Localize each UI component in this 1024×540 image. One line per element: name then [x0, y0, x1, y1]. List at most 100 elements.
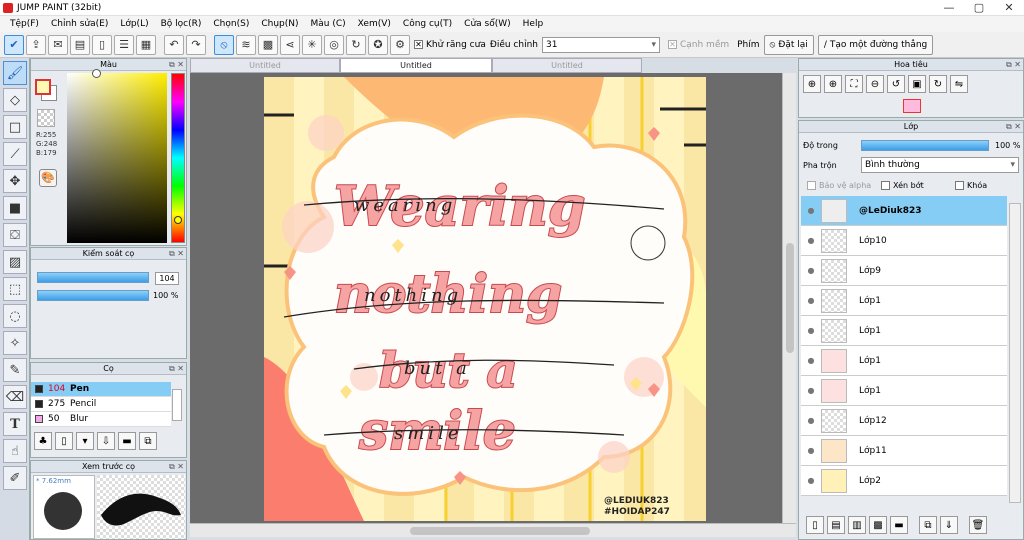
layer-folder-icon[interactable]: ▬ — [890, 516, 908, 534]
perspective-icon[interactable]: ⋖ — [280, 34, 300, 55]
menu-select[interactable]: Chọn(S) — [207, 19, 255, 29]
visibility-icon[interactable]: ● — [801, 236, 821, 245]
rotate-left-icon[interactable]: ↺ — [887, 75, 905, 93]
new-layer-1bit-icon[interactable]: ▥ — [848, 516, 866, 534]
horizontal-scroll-thumb[interactable] — [410, 527, 590, 535]
delete-layer-icon[interactable]: 🗑 — [969, 516, 987, 534]
layer-row[interactable]: ● Lớp1 — [801, 286, 1007, 316]
fill-rect-tool-icon[interactable]: ■ — [3, 196, 27, 220]
radial-icon[interactable]: ✳ — [302, 34, 322, 55]
zoom-out-icon[interactable]: ⊖ — [866, 75, 884, 93]
hand-tool-icon[interactable]: ☝ — [3, 439, 27, 463]
menu-layer[interactable]: Lớp(L) — [114, 19, 154, 29]
brush-import-icon[interactable]: ⇩ — [97, 432, 115, 450]
straight-line-button[interactable]: ∕ Tạo một đường thẳng — [817, 34, 934, 55]
zoom-in-2-icon[interactable]: ⊕ — [824, 75, 842, 93]
concentric-icon[interactable]: ◎ — [324, 34, 344, 55]
blend-mode-select[interactable]: Bình thường — [861, 157, 1019, 173]
panel-close-icon[interactable]: ⧉ ✕ — [1006, 59, 1021, 70]
adjust-select[interactable]: 31 — [541, 36, 660, 53]
layer-row[interactable]: ● Lớp9 — [801, 256, 1007, 286]
protect-alpha-option[interactable]: Bảo vệ alpha — [805, 181, 871, 190]
select-eraser-tool-icon[interactable]: ⌫ — [3, 385, 27, 409]
minimize-button[interactable]: — — [934, 0, 964, 16]
panel-close-icon[interactable]: ⧉ ✕ — [169, 59, 184, 70]
halftone-layer-icon[interactable]: ▩ — [869, 516, 887, 534]
reset-button[interactable]: ⦸ Đặt lại — [763, 34, 814, 55]
menu-file[interactable]: Tệp(F) — [4, 19, 45, 29]
menu-edit[interactable]: Chỉnh sửa(E) — [45, 19, 114, 29]
layer-row[interactable]: ● Lớp11 — [801, 436, 1007, 466]
menu-help[interactable]: Help — [517, 19, 550, 29]
eyedropper-tool-icon[interactable]: ✐ — [3, 466, 27, 490]
visibility-icon[interactable]: ● — [801, 476, 821, 485]
zoom-in-icon[interactable]: ⊕ — [803, 75, 821, 93]
flip-icon[interactable]: ⇋ — [950, 75, 968, 93]
list-icon[interactable]: ☰ — [114, 34, 134, 55]
lock-option[interactable]: Khóa — [953, 181, 987, 190]
panel-close-icon[interactable]: ⧉ ✕ — [169, 363, 184, 374]
text-tool-icon[interactable]: T — [3, 412, 27, 436]
antialias-checkbox[interactable]: ✕ — [414, 40, 423, 49]
menu-view[interactable]: Xem(V) — [352, 19, 397, 29]
gradient-tool-icon[interactable]: ▨ — [3, 250, 27, 274]
palette-icon[interactable]: 🎨 — [39, 169, 57, 187]
brush-tool-icon[interactable]: 🖌 — [3, 61, 27, 85]
move-tool-icon[interactable]: ✥ — [3, 169, 27, 193]
layer-row[interactable]: ● Lớp1 — [801, 346, 1007, 376]
clip-option[interactable]: Xén bớt — [879, 181, 924, 190]
visibility-icon[interactable]: ● — [801, 416, 821, 425]
panel-close-icon[interactable]: ⧉ ✕ — [1006, 121, 1021, 132]
layer-row[interactable]: ● Lớp1 — [801, 376, 1007, 406]
layer-row[interactable]: ● @LeDiuk823 — [801, 196, 1007, 226]
vertical-scroll-thumb[interactable] — [786, 243, 794, 353]
brush-item-pen[interactable]: 104 Pen — [31, 382, 171, 397]
brush-size-slider[interactable] — [37, 272, 149, 283]
menu-capture[interactable]: Chụp(N) — [255, 19, 304, 29]
menu-tools[interactable]: Công cụ(T) — [397, 19, 458, 29]
brush-menu-icon[interactable]: ▾ — [76, 432, 94, 450]
tab-untitled-1[interactable]: Untitled — [190, 58, 340, 73]
soft-edge-checkbox[interactable]: ✕ — [667, 40, 677, 49]
layer-row[interactable]: ● Lớp1 — [801, 316, 1007, 346]
redo-icon[interactable]: ↷ — [186, 34, 206, 55]
navigator-thumbnail[interactable] — [903, 99, 921, 113]
document-icon[interactable]: ▤ — [70, 34, 90, 55]
visibility-icon[interactable]: ● — [801, 326, 821, 335]
visibility-icon[interactable]: ● — [801, 386, 821, 395]
tab-untitled-3[interactable]: Untitled — [492, 58, 642, 73]
gear-ruler-icon[interactable]: ⚙ — [390, 34, 410, 55]
brush-item-blur[interactable]: 50 Blur — [31, 412, 171, 427]
new-layer-8bit-icon[interactable]: ▤ — [827, 516, 845, 534]
brush-tree-icon[interactable]: ♣ — [34, 432, 52, 450]
eraser-tool-icon[interactable]: ◇ — [3, 88, 27, 112]
maximize-button[interactable]: ▢ — [964, 0, 994, 16]
check-icon[interactable]: ✔ — [4, 34, 24, 55]
brush-copy-icon[interactable]: ⧉ — [139, 432, 157, 450]
hue-cursor[interactable] — [174, 216, 182, 224]
select-rect-tool-icon[interactable]: ⬚ — [3, 277, 27, 301]
curve-ruler-icon[interactable]: ↻ — [346, 34, 366, 55]
page-icon[interactable]: ▯ — [92, 34, 112, 55]
menu-filter[interactable]: Bộ lọc(R) — [155, 19, 208, 29]
circle-ruler-icon[interactable]: ✪ — [368, 34, 388, 55]
brush-opacity-slider[interactable] — [37, 290, 149, 301]
panel-close-icon[interactable]: ⧉ ✕ — [169, 248, 184, 259]
undo-icon[interactable]: ↶ — [164, 34, 184, 55]
visibility-icon[interactable]: ● — [801, 206, 821, 215]
transparent-swatch[interactable] — [37, 109, 55, 127]
new-layer-icon[interactable]: ▯ — [806, 516, 824, 534]
clip-checkbox[interactable] — [881, 181, 890, 190]
sv-cursor[interactable] — [92, 69, 101, 78]
magic-wand-tool-icon[interactable]: ✧ — [3, 331, 27, 355]
layer-row[interactable]: ● Lớp10 — [801, 226, 1007, 256]
duplicate-layer-icon[interactable]: ⧉ — [919, 516, 937, 534]
ruler-off-icon[interactable]: ⦸ — [214, 34, 234, 55]
new-brush-icon[interactable]: ▯ — [55, 432, 73, 450]
layer-list-scrollbar[interactable] — [1009, 203, 1021, 503]
brush-size-input[interactable]: 104 — [155, 272, 179, 285]
canvas-horizontal-scrollbar[interactable] — [190, 523, 796, 537]
close-button[interactable]: ✕ — [994, 0, 1024, 16]
saturation-value-picker[interactable] — [67, 69, 167, 243]
grid-icon[interactable]: ▦ — [136, 34, 156, 55]
